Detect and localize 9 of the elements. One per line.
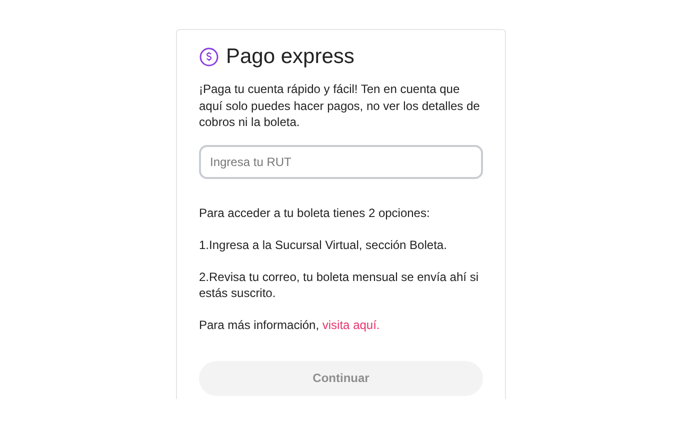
- dollar-icon: [199, 47, 219, 67]
- card-title: Pago express: [226, 45, 354, 69]
- more-info-text: Para más información, visita aquí.: [199, 317, 381, 334]
- info-text: 2.Revisa tu correo, tu boleta mensual se envía ahí si estás suscrito.: [199, 268, 480, 302]
- info-text: Para acceder a tu boleta tienes 2 opciones:: [199, 204, 431, 221]
- intro-text: ¡Paga tu cuenta rápido y fácil! Ten en cuenta que aquí solo puedes hacer pagos, no ver los detalles de cobros ni la boleta.: [199, 81, 481, 130]
- info-text: 1.Ingresa a la Sucursal Virtual, sección Boleta.: [199, 236, 448, 253]
- rut-input-field[interactable]: Ingresa tu RUT: [199, 144, 483, 178]
- visit-link[interactable]: visita aquí.: [322, 318, 380, 332]
